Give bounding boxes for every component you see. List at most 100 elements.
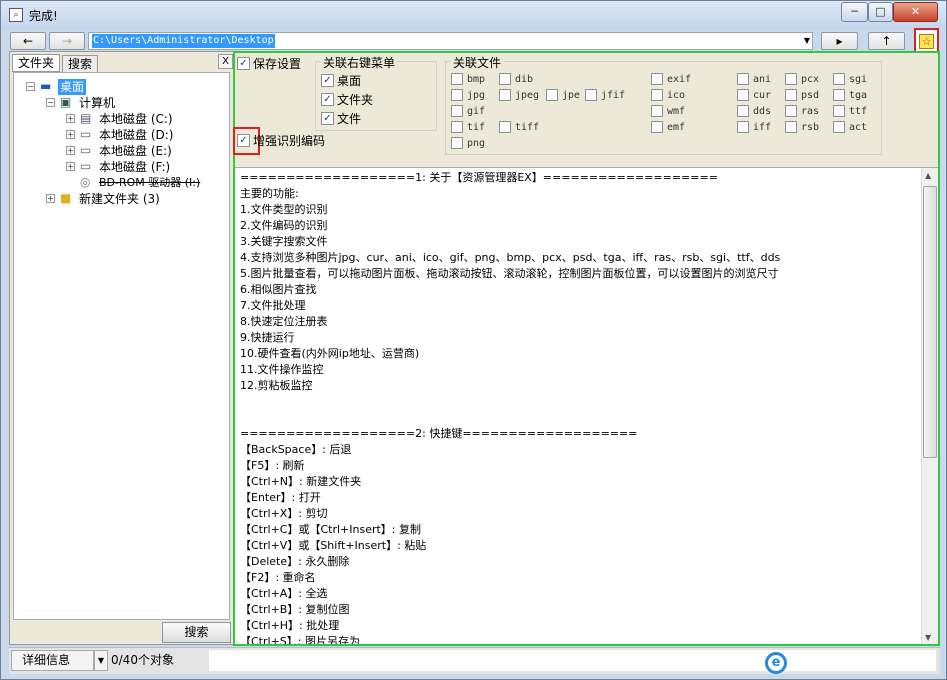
checkmark-icon: ✓ — [321, 93, 334, 106]
context-file-checkbox[interactable]: ✓ 文件 — [321, 112, 361, 126]
folder-panel: 文件夹 搜索 X − ▬ 桌面 − ▣ 计算机 + ▤ 本地磁盘 (C:) + … — [9, 51, 234, 645]
expand-icon[interactable]: + — [46, 194, 55, 203]
filetype-checkbox[interactable]: jpg — [451, 89, 485, 102]
filetype-checkbox[interactable]: exif — [651, 73, 691, 86]
maximize-button[interactable]: □ — [868, 2, 893, 22]
up-button[interactable]: ↑ — [868, 32, 905, 50]
filetype-checkbox[interactable]: ras — [785, 105, 819, 118]
object-count: 0/40个对象 — [111, 653, 174, 667]
back-button[interactable]: ← — [10, 32, 46, 50]
enhanced-encoding-checkbox[interactable]: ✓ 增强识别编码 — [237, 134, 325, 148]
drive-icon: ▭ — [80, 143, 92, 157]
content-line: 【Ctrl+S】: 图片另存为 — [240, 635, 360, 644]
minimize-button[interactable]: ─ — [841, 2, 868, 22]
tree-item-label: 本地磁盘 (F:) — [99, 160, 171, 174]
folder-tree[interactable]: − ▬ 桌面 − ▣ 计算机 + ▤ 本地磁盘 (C:) + ▭ 本地磁盘 (D… — [13, 72, 230, 620]
filetype-checkbox[interactable]: ani — [737, 73, 771, 86]
context-desktop-checkbox[interactable]: ✓ 桌面 — [321, 74, 361, 88]
view-mode-select[interactable]: 详细信息 — [11, 650, 94, 671]
star-icon: ☆ — [919, 34, 934, 49]
filetype-checkbox[interactable]: png — [451, 137, 485, 150]
filetype-checkbox[interactable]: rsb — [785, 121, 819, 134]
go-button[interactable]: ▸ — [821, 32, 858, 50]
content-line: 【BackSpace】: 后退 — [240, 443, 352, 456]
disc-drive-icon: ◎ — [80, 175, 91, 189]
content-line: 7.文件批处理 — [240, 299, 306, 312]
expand-icon[interactable]: + — [66, 114, 75, 123]
computer-icon: ▣ — [60, 95, 72, 109]
content-line: ===================2: 快捷键===============… — [240, 427, 638, 440]
vertical-scrollbar[interactable]: ▲ ▼ — [921, 168, 938, 644]
expand-icon[interactable]: + — [66, 130, 75, 139]
collapse-icon[interactable]: − — [26, 82, 35, 91]
search-button[interactable]: 搜索 — [162, 622, 231, 643]
ie-icon[interactable]: e — [765, 652, 787, 674]
checkbox-label: 桌面 — [337, 74, 362, 88]
filetype-checkbox[interactable]: tga — [833, 89, 867, 102]
filetype-checkbox[interactable]: bmp — [451, 73, 485, 86]
filetype-checkbox[interactable]: ico — [651, 89, 685, 102]
content-line: 10.硬件查看(内外网ip地址、运营商) — [240, 347, 420, 360]
filetype-checkbox[interactable]: wmf — [651, 105, 685, 118]
magnifier-icon: ⌕ — [9, 8, 23, 22]
save-settings-checkbox[interactable]: ✓ 保存设置 — [237, 57, 301, 71]
filetype-checkbox[interactable]: act — [833, 121, 867, 134]
content-line: 11.文件操作监控 — [240, 363, 324, 376]
tree-item-label: 桌面 — [58, 79, 87, 95]
tree-item-label: 本地磁盘 (D:) — [99, 128, 174, 142]
view-mode-dropdown-icon[interactable]: ▼ — [94, 650, 108, 671]
filetype-checkbox[interactable]: cur — [737, 89, 771, 102]
filetype-checkbox[interactable]: pcx — [785, 73, 819, 86]
desktop-icon: ▬ — [40, 79, 52, 93]
address-dropdown-icon[interactable]: ▼ — [804, 36, 810, 45]
tree-item-label: BD-ROM 驱动器 (I:) — [99, 176, 201, 189]
scroll-up-icon[interactable]: ▲ — [925, 171, 931, 180]
filetype-checkbox[interactable]: iff — [737, 121, 771, 134]
tree-item-label: 本地磁盘 (E:) — [99, 144, 172, 158]
checkbox-label: 保存设置 — [253, 57, 302, 71]
text-viewer[interactable]: ===================1: 关于【资源管理器EX】=======… — [235, 167, 938, 644]
filetype-checkbox[interactable]: jfif — [585, 89, 625, 102]
filetype-checkbox[interactable]: tiff — [499, 121, 539, 134]
forward-button[interactable]: → — [49, 32, 85, 50]
tab-folders[interactable]: 文件夹 — [12, 54, 61, 72]
app-window: ⌕ 完成! ─ □ ✕ ← → C:\Users\Administrator\D… — [0, 0, 947, 680]
checkmark-icon: ✓ — [237, 57, 250, 70]
filetype-checkbox[interactable]: jpe — [546, 89, 580, 102]
scroll-thumb[interactable] — [923, 186, 937, 458]
collapse-icon[interactable]: − — [46, 98, 55, 107]
filetype-checkbox[interactable]: ttf — [833, 105, 867, 118]
content-line: 6.相似图片查找 — [240, 283, 317, 296]
content-line: 2.文件编码的识别 — [240, 219, 328, 232]
folder-icon: ■ — [60, 191, 72, 205]
filetype-checkbox[interactable]: dib — [499, 73, 533, 86]
address-input[interactable]: C:\Users\Administrator\Desktop — [92, 34, 275, 48]
filetype-checkbox[interactable]: sgi — [833, 73, 867, 86]
content-line: 【Ctrl+H】: 批处理 — [240, 619, 340, 632]
content-line: 【Ctrl+V】或【Shift+Insert】: 粘贴 — [240, 539, 427, 552]
filetype-checkbox[interactable]: psd — [785, 89, 819, 102]
expand-icon[interactable]: + — [66, 162, 75, 171]
content-line: 3.关键字搜索文件 — [240, 235, 328, 248]
content-line: 主要的功能: — [240, 187, 299, 200]
address-bar[interactable]: C:\Users\Administrator\Desktop ▼ — [88, 32, 813, 50]
checkbox-label: 增强识别编码 — [253, 134, 326, 148]
filetype-checkbox[interactable]: gif — [451, 105, 485, 118]
drive-icon: ▭ — [80, 159, 92, 173]
drive-icon: ▭ — [80, 127, 92, 141]
panel-close-button[interactable]: X — [218, 54, 233, 69]
checkbox-label: 文件 — [337, 112, 362, 126]
context-folder-checkbox[interactable]: ✓ 文件夹 — [321, 93, 373, 107]
content-line: 1.文件类型的识别 — [240, 203, 328, 216]
filetype-checkbox[interactable]: dds — [737, 105, 771, 118]
content-line: 8.快速定位注册表 — [240, 315, 328, 328]
expand-icon[interactable]: + — [66, 146, 75, 155]
filetype-checkbox[interactable]: tif — [451, 121, 485, 134]
file-assoc-group-title: 关联文件 — [451, 54, 504, 71]
close-button[interactable]: ✕ — [893, 2, 938, 22]
filetype-checkbox[interactable]: jpeg — [499, 89, 539, 102]
scroll-down-icon[interactable]: ▼ — [925, 633, 931, 642]
title-bar: ⌕ 完成! ─ □ ✕ — [1, 1, 946, 29]
tab-search[interactable]: 搜索 — [62, 55, 99, 73]
filetype-checkbox[interactable]: emf — [651, 121, 685, 134]
